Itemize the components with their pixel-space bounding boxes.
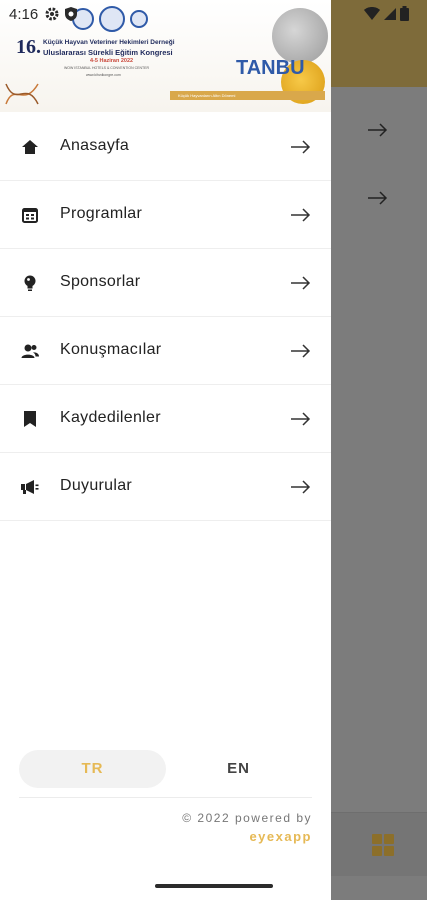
dna-icon xyxy=(5,83,39,105)
arrow-right-icon xyxy=(291,276,311,290)
menu-item-label: Duyurular xyxy=(60,477,133,494)
arrow-right-icon xyxy=(291,412,311,426)
arrow-right-icon xyxy=(291,344,311,358)
home-icon xyxy=(22,140,38,154)
banner-date: 4-5 Haziran 2022 xyxy=(90,58,134,64)
bulb-icon xyxy=(24,275,36,291)
status-icons xyxy=(364,6,409,21)
language-tr-button[interactable]: TR xyxy=(19,750,166,788)
status-time: 4:16 xyxy=(9,6,39,23)
logo-icon xyxy=(99,6,125,32)
arrow-right-icon xyxy=(291,140,311,154)
banner-logos xyxy=(72,6,148,32)
menu-item-label: Anasayfa xyxy=(60,137,130,154)
gear-icon xyxy=(45,7,59,21)
arrow-right-icon xyxy=(368,123,388,137)
background-app-scrim[interactable] xyxy=(331,0,427,900)
shield-icon xyxy=(65,7,77,21)
menu-item-label: Konuşmacılar xyxy=(60,341,162,358)
menu-item-konusmacilar[interactable]: Konuşmacılar xyxy=(0,317,331,385)
banner-venue: WOW ISTANBUL HOTELS & CONVENTION CENTER xyxy=(64,66,149,70)
menu-item-sponsorlar[interactable]: Sponsorlar xyxy=(0,249,331,317)
menu-item-anasayfa[interactable]: Anasayfa xyxy=(0,113,331,181)
megaphone-icon xyxy=(21,480,39,494)
footer-brand-link[interactable]: eyexapp xyxy=(249,829,312,844)
arrow-right-icon xyxy=(291,208,311,222)
banner-line1: Küçük Hayvan Veteriner Hekimleri Derneği xyxy=(43,39,175,46)
battery-icon xyxy=(400,6,409,21)
signal-icon xyxy=(384,7,396,20)
wifi-icon xyxy=(364,6,380,20)
home-indicator[interactable] xyxy=(155,884,273,888)
banner-number: 16. xyxy=(16,36,41,58)
menu-item-kaydedilenler[interactable]: Kaydedilenler xyxy=(0,385,331,453)
menu-item-label: Kaydedilenler xyxy=(60,409,161,426)
bookmark-icon xyxy=(24,411,36,427)
banner-tagline: Küçük Hayvanların Altın Dönemi xyxy=(170,91,325,100)
footer-divider xyxy=(19,797,312,798)
banner-line2: Uluslararası Sürekli Eğitim Kongresi xyxy=(43,48,173,57)
banner-url: www.kihvdkongre.com xyxy=(86,73,121,77)
navigation-drawer: 16. Küçük Hayvan Veteriner Hekimleri Der… xyxy=(0,0,331,900)
grid-menu-icon[interactable] xyxy=(372,834,394,856)
arrow-right-icon xyxy=(291,480,311,494)
menu-item-programlar[interactable]: Programlar xyxy=(0,181,331,249)
language-en-button[interactable]: EN xyxy=(165,750,312,788)
people-icon xyxy=(21,344,39,358)
arrow-right-icon xyxy=(368,191,388,205)
banner-city-text: TANBU xyxy=(236,57,305,79)
drawer-menu: Anasayfa Programlar Sponsorlar Konuşmacı… xyxy=(0,113,331,521)
footer-copyright: © 2022 powered by xyxy=(182,811,312,825)
logo-icon xyxy=(130,10,148,28)
background-bottom-bar xyxy=(331,812,427,876)
menu-item-label: Sponsorlar xyxy=(60,273,141,290)
calendar-icon xyxy=(22,208,38,223)
globe-graphic xyxy=(272,8,328,64)
menu-item-label: Programlar xyxy=(60,205,143,222)
menu-item-duyurular[interactable]: Duyurular xyxy=(0,453,331,521)
